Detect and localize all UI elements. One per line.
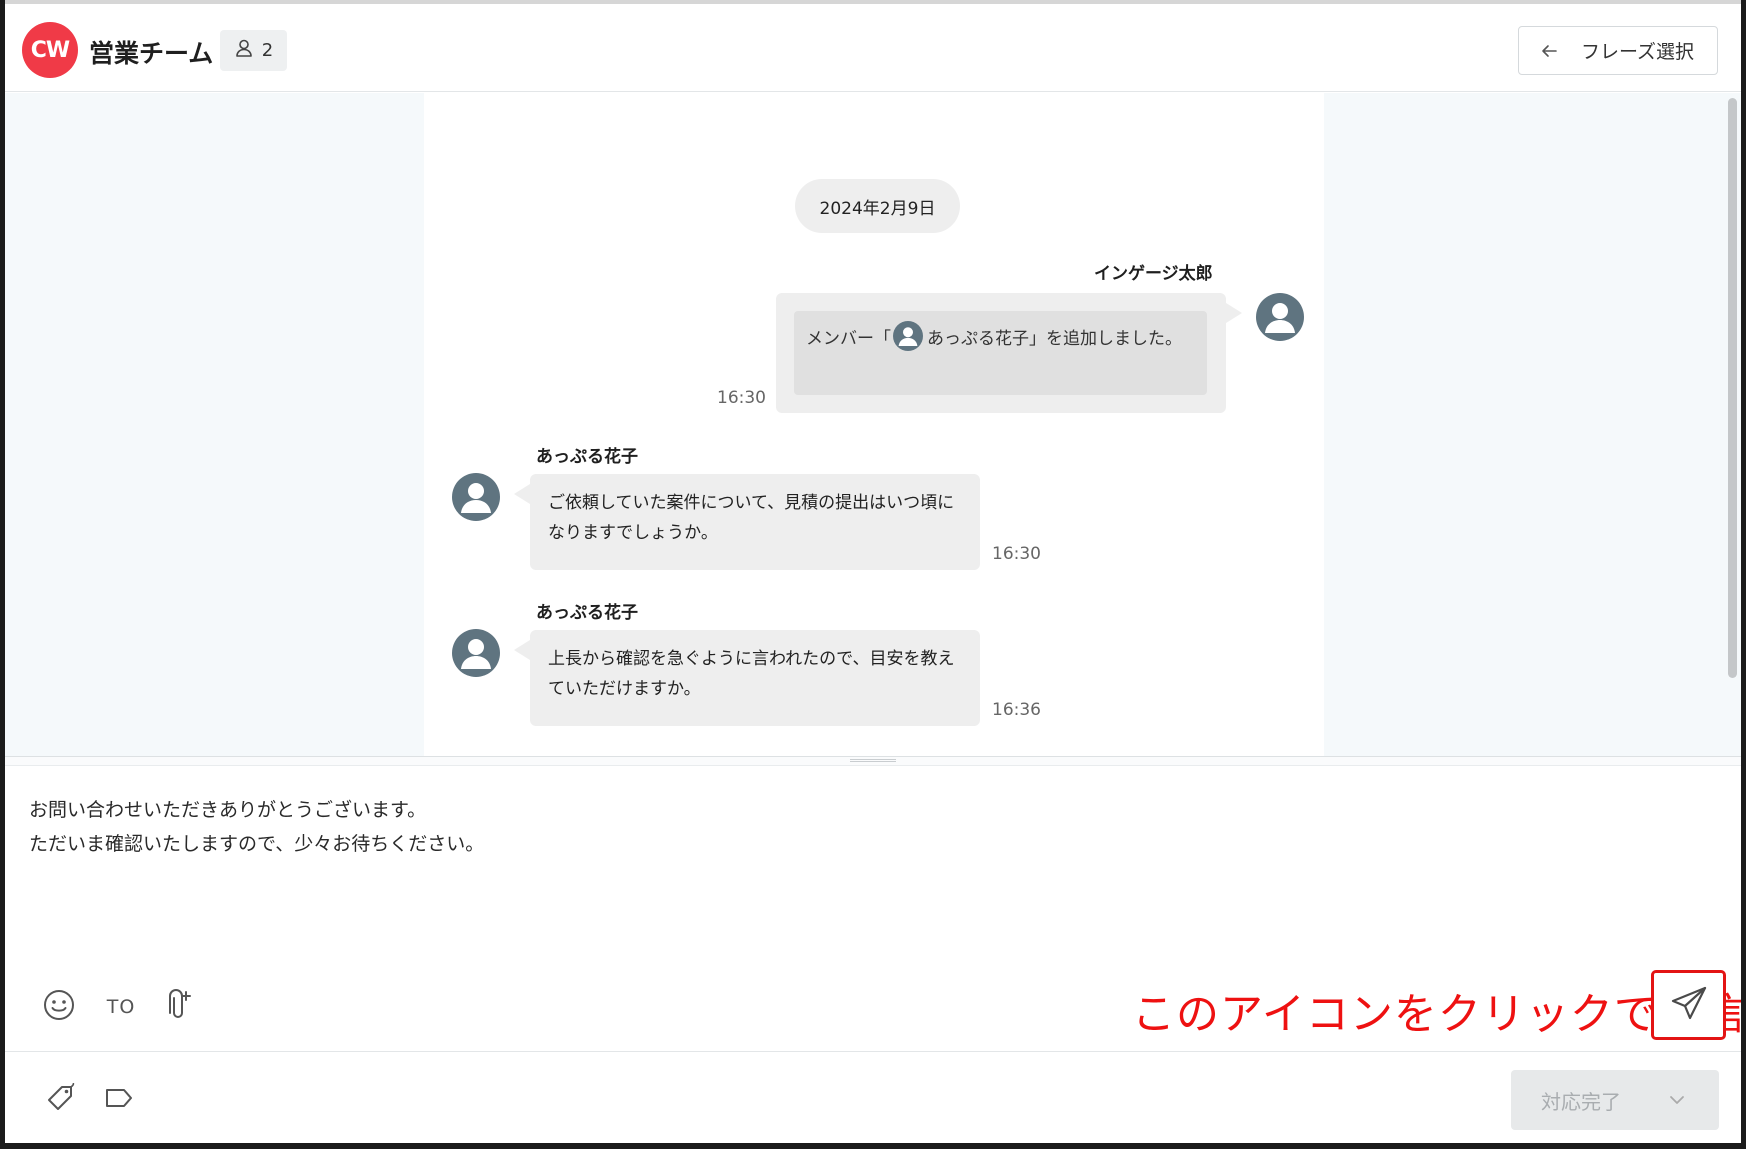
message-time: 16:30 bbox=[717, 388, 766, 408]
to-button[interactable]: TO bbox=[101, 989, 141, 1025]
app-logo: CW bbox=[22, 22, 78, 78]
message-bubble: 上長から確認を急ぐように言われたので、目安を教えていただけますか。 bbox=[514, 630, 980, 726]
room-header: CW 営業チーム 2 フレーズ選択 bbox=[5, 8, 1741, 92]
member-icon bbox=[234, 38, 254, 63]
attach-file-button[interactable] bbox=[163, 988, 193, 1026]
member-count-button[interactable]: 2 bbox=[220, 30, 287, 71]
timeline-scrollbar[interactable] bbox=[1728, 98, 1737, 678]
resolve-button-label: 対応完了 bbox=[1541, 1089, 1621, 1114]
message-bubble: ご依頼していた案件について、見積の提出はいつ頃になりますでしょうか。 bbox=[514, 474, 980, 570]
message-timeline[interactable]: 2024年2月9日 インゲージ太郎 メンバー「 あっぷる花子」を追加しました。 1… bbox=[424, 93, 1324, 756]
arrow-left-icon bbox=[1541, 44, 1557, 58]
tag-button[interactable] bbox=[43, 1082, 79, 1118]
footer-toolbar: 対応完了 bbox=[5, 1051, 1741, 1143]
resolve-button[interactable]: 対応完了 bbox=[1511, 1070, 1719, 1130]
emoji-button[interactable] bbox=[41, 989, 77, 1025]
message-sender: あっぷる花子 bbox=[536, 603, 638, 623]
attachment-icon bbox=[165, 989, 191, 1025]
send-button[interactable] bbox=[1651, 970, 1726, 1040]
app-window: CW 営業チーム 2 フレーズ選択 2024年2月9日 インゲージ太郎 メンバー… bbox=[5, 0, 1741, 1143]
send-icon bbox=[1671, 986, 1707, 1024]
resize-divider[interactable] bbox=[5, 756, 1741, 766]
tag-icon bbox=[46, 1082, 76, 1117]
avatar[interactable] bbox=[452, 473, 500, 521]
message-time: 16:36 bbox=[992, 700, 1041, 720]
message-text: 上長から確認を急ぐように言われたので、目安を教えていただけますか。 bbox=[548, 649, 955, 699]
avatar[interactable] bbox=[1256, 293, 1304, 341]
to-label: TO bbox=[106, 996, 136, 1018]
phrase-select-button[interactable]: フレーズ選択 bbox=[1518, 26, 1718, 75]
send-hint-annotation: このアイコンをクリックで送信 bbox=[1132, 990, 1741, 1040]
message-sender: あっぷる花子 bbox=[536, 447, 638, 467]
phrase-select-label: フレーズ選択 bbox=[1581, 41, 1695, 63]
message-bubble: メンバー「 あっぷる花子」を追加しました。 bbox=[776, 293, 1242, 413]
message-text: ご依頼していた案件について、見積の提出はいつ頃になりますでしょうか。 bbox=[548, 493, 955, 543]
label-button[interactable] bbox=[101, 1082, 137, 1118]
mention-name[interactable]: あっぷる花子 bbox=[927, 329, 1029, 349]
message-sender: インゲージ太郎 bbox=[1094, 264, 1213, 284]
message-time: 16:30 bbox=[992, 544, 1041, 564]
date-separator: 2024年2月9日 bbox=[795, 179, 960, 233]
member-count: 2 bbox=[261, 40, 274, 61]
label-icon bbox=[104, 1086, 134, 1114]
room-title: 営業チーム bbox=[89, 39, 214, 68]
message-composer: お問い合わせいただきありがとうございます。 ただいま確認いたしますので、少々お待… bbox=[5, 767, 1741, 1051]
chat-area: 2024年2月9日 インゲージ太郎 メンバー「 あっぷる花子」を追加しました。 1… bbox=[5, 93, 1741, 756]
mention-avatar bbox=[893, 321, 923, 351]
avatar[interactable] bbox=[452, 629, 500, 677]
system-note: メンバー「 あっぷる花子」を追加しました。 bbox=[794, 311, 1207, 395]
smile-icon bbox=[43, 989, 75, 1025]
resize-grip[interactable] bbox=[850, 759, 896, 762]
message-input[interactable]: お問い合わせいただきありがとうございます。 ただいま確認いたしますので、少々お待… bbox=[29, 793, 484, 861]
chevron-down-icon[interactable] bbox=[1669, 1095, 1685, 1105]
